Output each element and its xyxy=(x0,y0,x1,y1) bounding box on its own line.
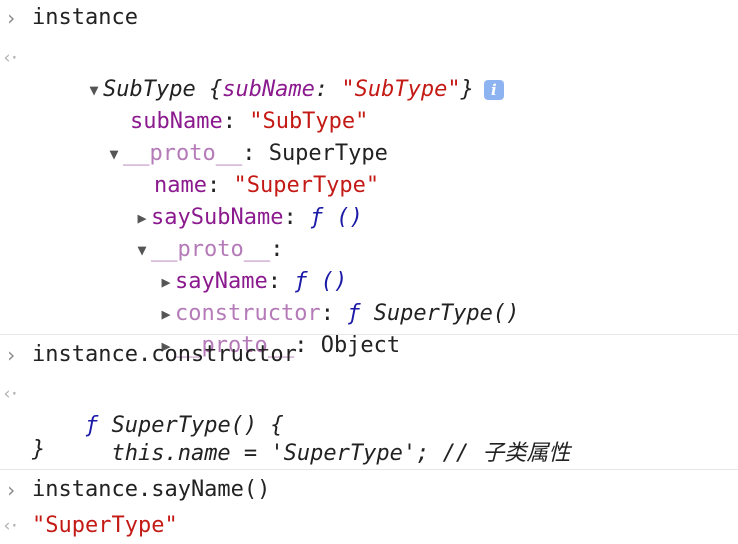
entry-divider xyxy=(0,469,738,470)
object-summary-row[interactable]: ▼ SubType {subName: "SubType"} i xyxy=(32,42,504,102)
property-row-proto-supertype[interactable]: ▼ __proto__: SuperType xyxy=(52,106,387,166)
property-row-subName: subName: "SubType" xyxy=(129,109,369,134)
input-prompt-icon: › xyxy=(4,343,18,367)
property-row-constructor[interactable]: ▶ constructor: ƒ SuperType() xyxy=(104,266,519,326)
input-prompt-icon: › xyxy=(4,6,18,30)
result-arrow-icon: ‹· xyxy=(2,384,19,404)
result-string: "SuperType" xyxy=(32,513,178,538)
code-comment: 子类属性 xyxy=(482,441,571,466)
console-input-line[interactable]: instance.sayName() xyxy=(32,474,270,506)
console-input-line[interactable]: instance xyxy=(32,2,138,34)
property-row-proto-object[interactable]: ▼ __proto__: xyxy=(80,202,283,262)
property-row-saySubName[interactable]: ▶ saySubName: ƒ () xyxy=(80,170,362,230)
function-source-line-3: } xyxy=(32,437,46,462)
property-row-sayName[interactable]: ▶ sayName: ƒ () xyxy=(104,234,347,294)
property-row-proto-root[interactable]: ▶ __proto__: Object xyxy=(104,298,400,358)
function-source-line-2: this.name = 'SuperType'; // 子类属性 xyxy=(84,441,571,466)
info-icon[interactable]: i xyxy=(483,80,504,100)
result-arrow-icon: ‹· xyxy=(2,516,19,536)
property-row-name: name: "SuperType" xyxy=(153,173,380,198)
input-prompt-icon: › xyxy=(4,478,18,502)
result-arrow-icon: ‹· xyxy=(2,48,19,68)
entry-divider xyxy=(0,334,738,335)
console-input-line[interactable]: instance.constructor xyxy=(32,339,297,371)
